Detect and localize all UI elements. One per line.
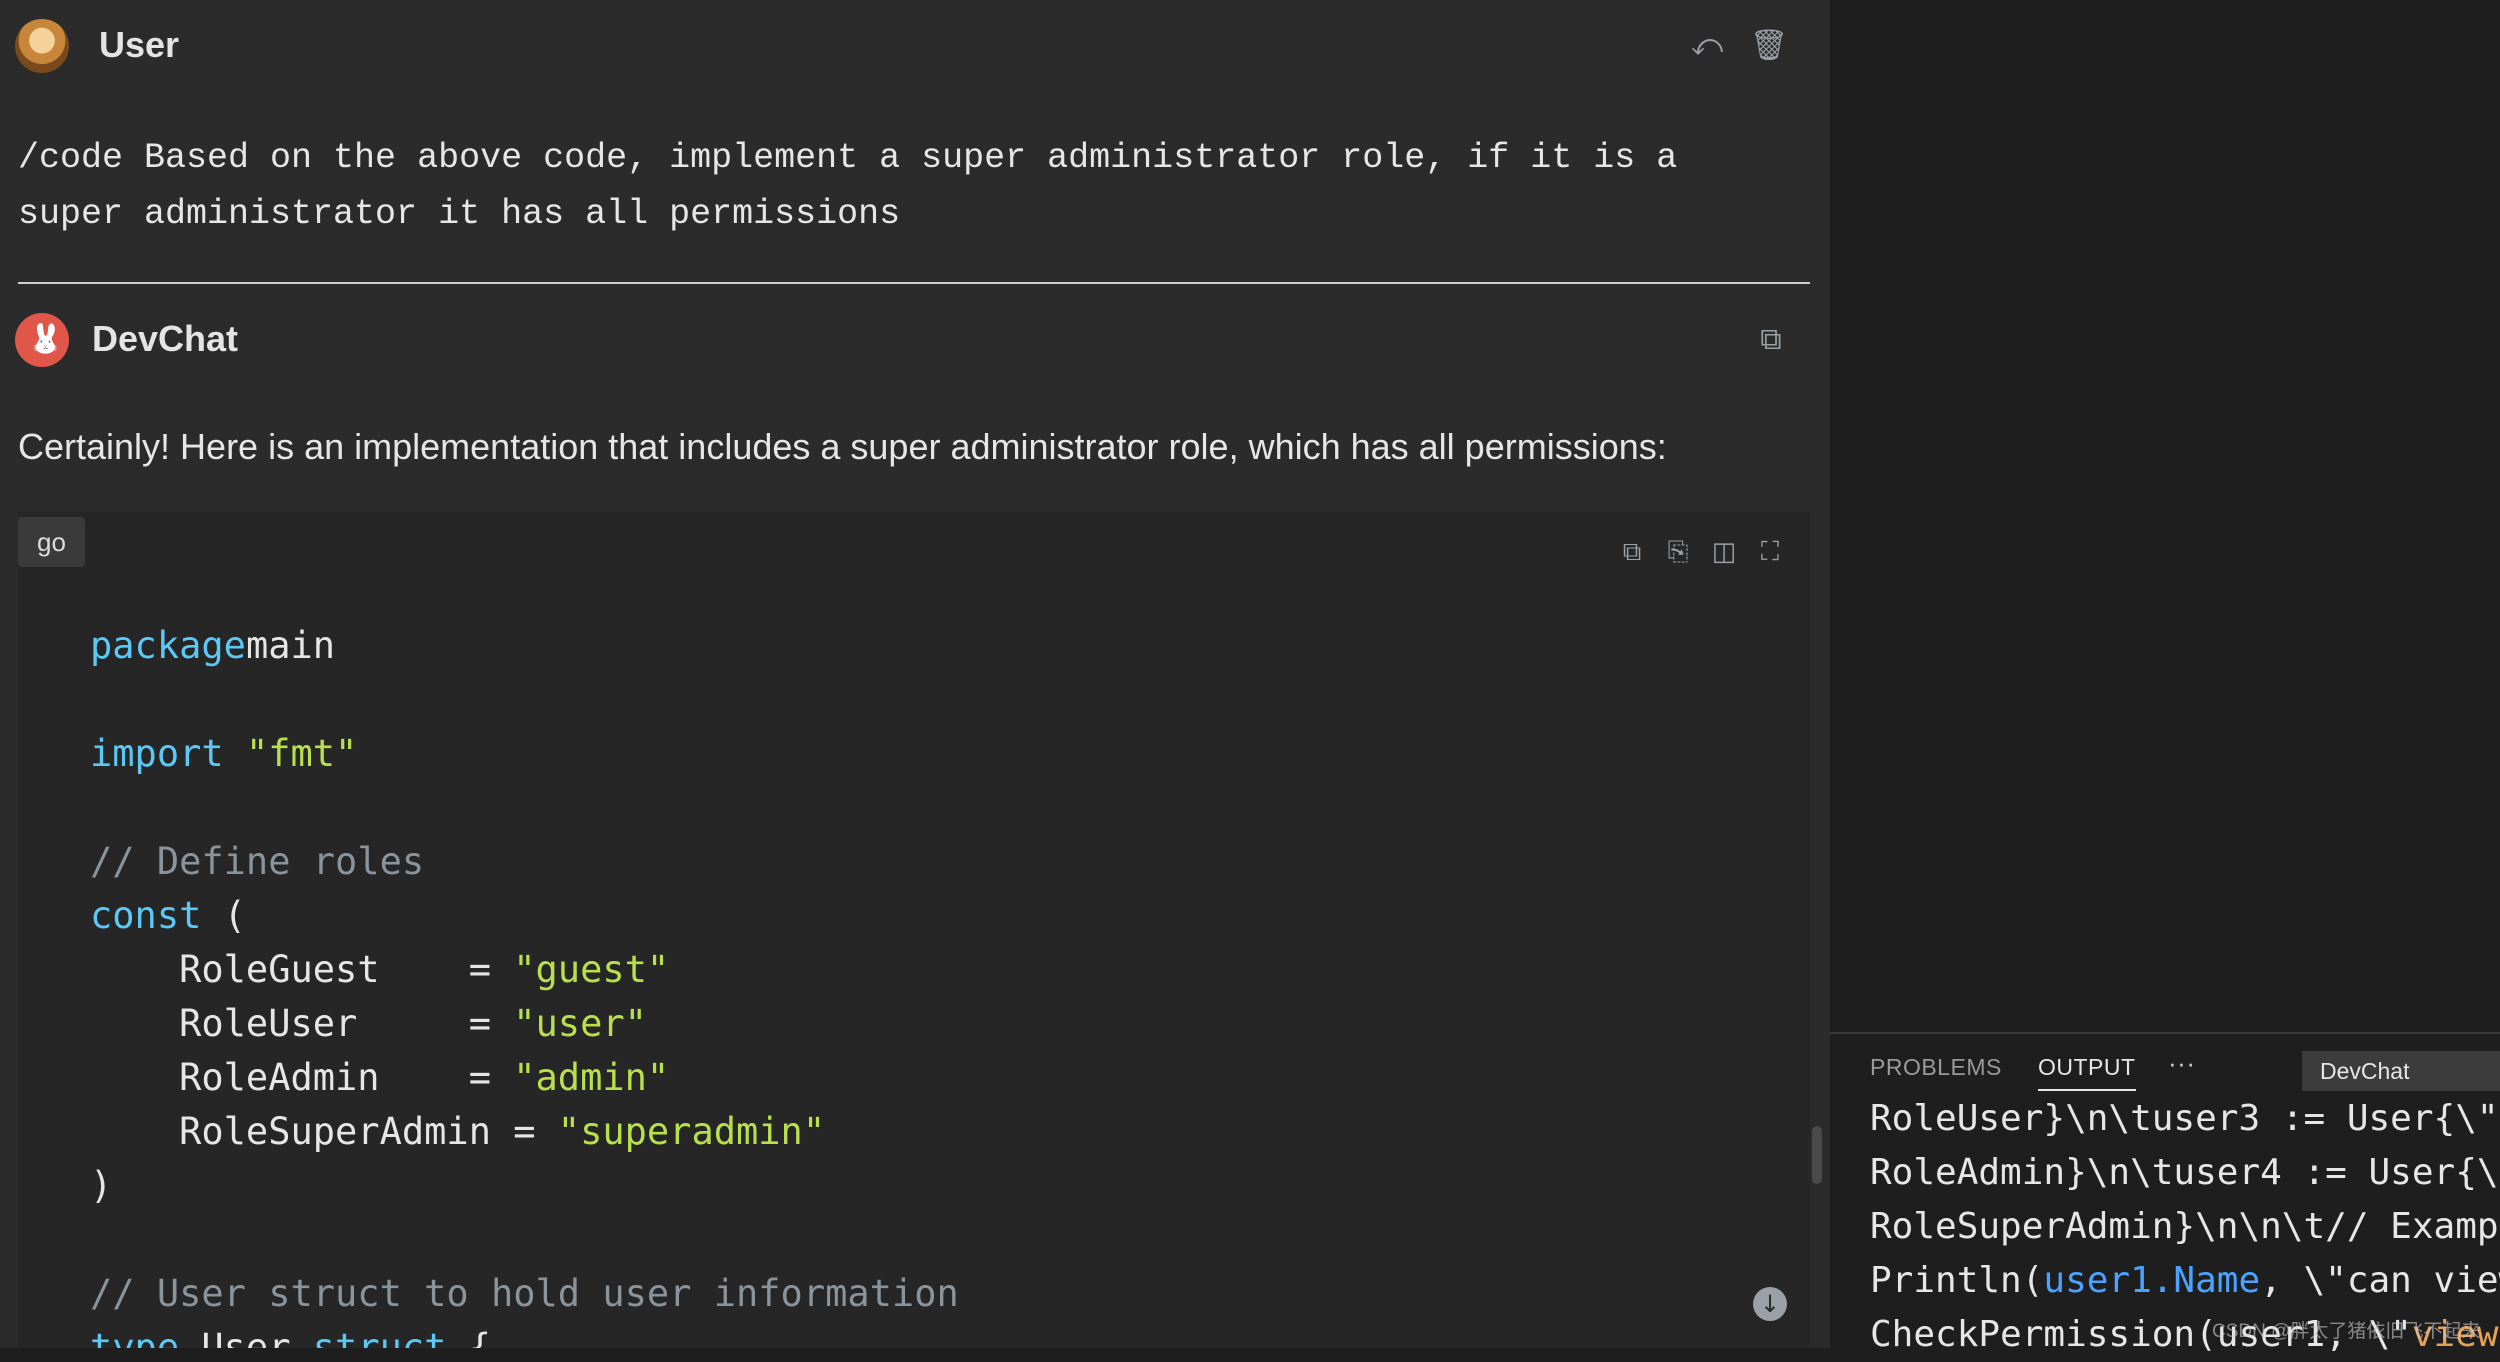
user-avatar (15, 19, 69, 73)
copy-code-icon[interactable]: ⧉ (1612, 532, 1652, 572)
editor-area (1830, 0, 2500, 1032)
output-line: RoleSuperAdmin}\n\n\t// Example (1870, 1206, 2500, 1247)
code-line: // Define roles (90, 840, 425, 883)
code-language-tag: go (18, 517, 85, 567)
trash-icon[interactable]: 🗑 (1749, 26, 1789, 66)
replace-code-icon[interactable]: ⛶ (1750, 532, 1790, 572)
code-line: ) (90, 1164, 113, 1207)
code-line: import "fmt" (90, 732, 358, 775)
tab-output[interactable]: OUTPUT (2038, 1054, 2136, 1091)
chat-panel: User ⤺ 🗑 /code Based on the above code, … (0, 0, 1830, 1348)
message-divider (18, 282, 1810, 284)
user-name: User (99, 24, 180, 65)
output-line: Println(user1.Name, \"can view (1870, 1260, 2500, 1301)
code-line: RoleUser = "user" (90, 1002, 647, 1045)
insert-code-icon[interactable]: ⎘ (1658, 532, 1698, 572)
assistant-name: DevChat (92, 318, 239, 359)
output-panel: PROBLEMS OUTPUT ··· DevChat RoleUser}\n\… (1830, 1032, 2500, 1355)
watermark: CSDN @胖太了猪依旧飞不起来 (2212, 1321, 2481, 1342)
code-content: packagemain import "fmt" // Define roles… (90, 619, 959, 1348)
apply-diff-icon[interactable]: ◫ (1704, 532, 1744, 572)
code-line: const ( (90, 894, 246, 937)
more-actions-icon[interactable]: ··· (2168, 1048, 2195, 1079)
tab-problems[interactable]: PROBLEMS (1870, 1054, 2002, 1081)
user-message-text: /code Based on the above code, implement… (18, 138, 1699, 234)
code-line: RoleSuperAdmin = "superadmin" (90, 1110, 826, 1153)
scroll-down-icon[interactable]: ↓ (1753, 1287, 1787, 1321)
code-line: RoleAdmin = "admin" (90, 1056, 670, 1099)
devchat-avatar (15, 313, 69, 367)
output-line: RoleUser}\n\tuser3 := User{\" (1870, 1098, 2499, 1139)
assistant-message-text: Certainly! Here is an implementation tha… (18, 426, 1667, 467)
code-line: packagemain (90, 624, 336, 667)
code-line: RoleGuest = "guest" (90, 948, 670, 991)
output-line: RoleAdmin}\n\tuser4 := User{\" (1870, 1152, 2500, 1193)
output-channel-select[interactable]: DevChat (2302, 1051, 2500, 1091)
code-line: type User struct { (90, 1326, 491, 1348)
code-line: // User struct to hold user information (90, 1272, 959, 1315)
chat-scrollbar[interactable] (1812, 1126, 1822, 1184)
copy-message-icon[interactable]: ⧉ (1751, 320, 1791, 360)
code-block: go ⧉ ⎘ ◫ ⛶ packagemain import "fmt" // D… (18, 512, 1810, 1348)
regenerate-icon[interactable]: ⤺ (1687, 26, 1727, 66)
